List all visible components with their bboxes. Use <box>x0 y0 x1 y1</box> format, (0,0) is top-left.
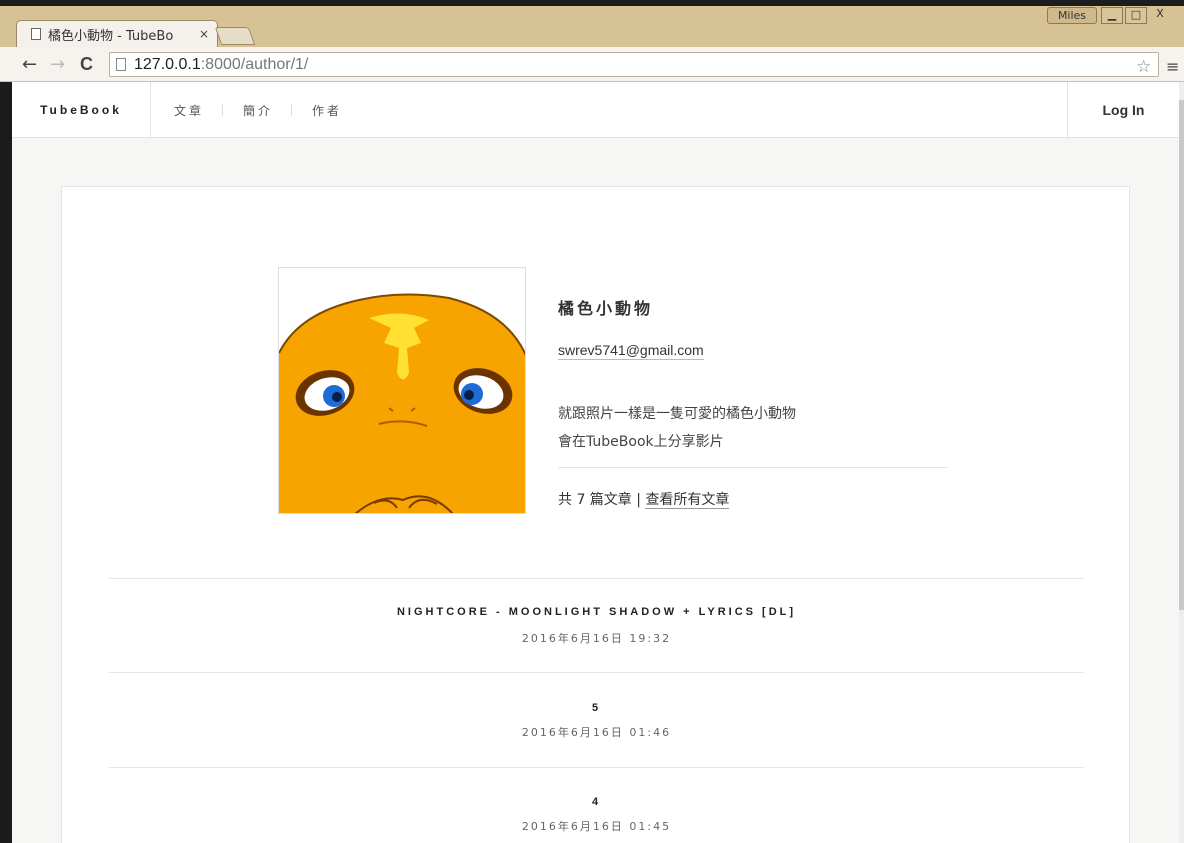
bookmark-star-icon[interactable]: ☆ <box>1136 55 1158 78</box>
author-card: 橘色小動物 swrev5741@gmail.com 就跟照片一樣是一隻可愛的橘色… <box>61 186 1130 843</box>
post-count: 共 7 篇文章 | 查看所有文章 <box>558 489 730 509</box>
profile-divider <box>558 467 947 468</box>
site-brand[interactable]: TubeBook <box>12 82 151 138</box>
nav-divider <box>291 104 293 116</box>
site-navbar: TubeBook 文章 簡介 作者 Log In <box>12 82 1184 138</box>
tab-title: 橘色小動物 - TubeBo <box>48 28 174 44</box>
forward-icon[interactable]: → <box>50 54 65 75</box>
nav-link-about[interactable]: 簡介 <box>243 102 273 119</box>
post-count-text: 共 7 篇文章 | <box>558 492 646 508</box>
post-divider <box>109 672 1084 673</box>
browser-tab[interactable]: 橘色小動物 - TubeBo × <box>16 20 218 47</box>
new-tab-button[interactable] <box>214 27 256 45</box>
nav-link-authors[interactable]: 作者 <box>312 102 342 119</box>
author-email-link[interactable]: swrev5741@gmail.com <box>558 342 704 360</box>
close-window-icon[interactable]: X <box>1149 7 1171 24</box>
back-icon[interactable]: ← <box>22 54 37 75</box>
reload-icon[interactable]: C <box>80 54 93 75</box>
page-scrollbar[interactable] <box>1179 82 1184 843</box>
post-divider <box>109 578 1084 579</box>
page-viewport: TubeBook 文章 簡介 作者 Log In 橘色小動物 swrev5741… <box>12 82 1184 843</box>
post-date: 2016年6月16日 01:46 <box>521 726 672 739</box>
author-bio: 就跟照片一樣是一隻可愛的橘色小動物 會在TubeBook上分享影片 <box>558 400 796 456</box>
address-bar[interactable]: 127.0.0.1:8000/author/1/ ☆ <box>109 52 1159 77</box>
post-title-link[interactable]: 5 <box>109 702 1084 714</box>
bio-line: 會在TubeBook上分享影片 <box>558 434 724 450</box>
orange-creature-image <box>279 268 525 513</box>
author-avatar <box>278 267 526 514</box>
window-top-edge <box>0 0 1184 6</box>
post-date: 2016年6月16日 01:45 <box>521 820 672 833</box>
profile-button[interactable]: Miles <box>1047 7 1097 24</box>
maximize-icon[interactable]: □ <box>1125 7 1147 24</box>
page-icon <box>31 28 41 40</box>
tab-close-icon[interactable]: × <box>199 27 209 41</box>
post-divider <box>109 767 1084 768</box>
document-icon <box>116 58 126 71</box>
browser-menu-icon[interactable]: ≡ <box>1166 57 1179 76</box>
all-posts-link[interactable]: 查看所有文章 <box>645 492 730 509</box>
nav-links: 文章 簡介 作者 <box>174 82 342 138</box>
author-name: 橘色小動物 <box>558 299 654 318</box>
scrollbar-thumb[interactable] <box>1179 100 1184 610</box>
login-button[interactable]: Log In <box>1067 82 1179 138</box>
browser-toolbar: ← → C 127.0.0.1:8000/author/1/ ☆ ≡ <box>0 47 1184 82</box>
browser-chrome: 橘色小動物 - TubeBo × Miles ▁ □ X ← → C 127.0… <box>0 0 1184 82</box>
nav-divider <box>222 104 224 116</box>
minimize-icon[interactable]: ▁ <box>1101 7 1123 24</box>
url-host: 127.0.0.1 <box>134 56 201 73</box>
post-date: 2016年6月16日 19:32 <box>521 632 672 645</box>
post-title-link[interactable]: 4 <box>109 796 1084 808</box>
post-title-link[interactable]: NIGHTCORE - MOONLIGHT SHADOW + LYRICS [D… <box>109 606 1084 618</box>
url-path: :8000/author/1/ <box>200 56 309 73</box>
nav-link-articles[interactable]: 文章 <box>174 102 204 119</box>
bio-line: 就跟照片一樣是一隻可愛的橘色小動物 <box>558 406 796 422</box>
